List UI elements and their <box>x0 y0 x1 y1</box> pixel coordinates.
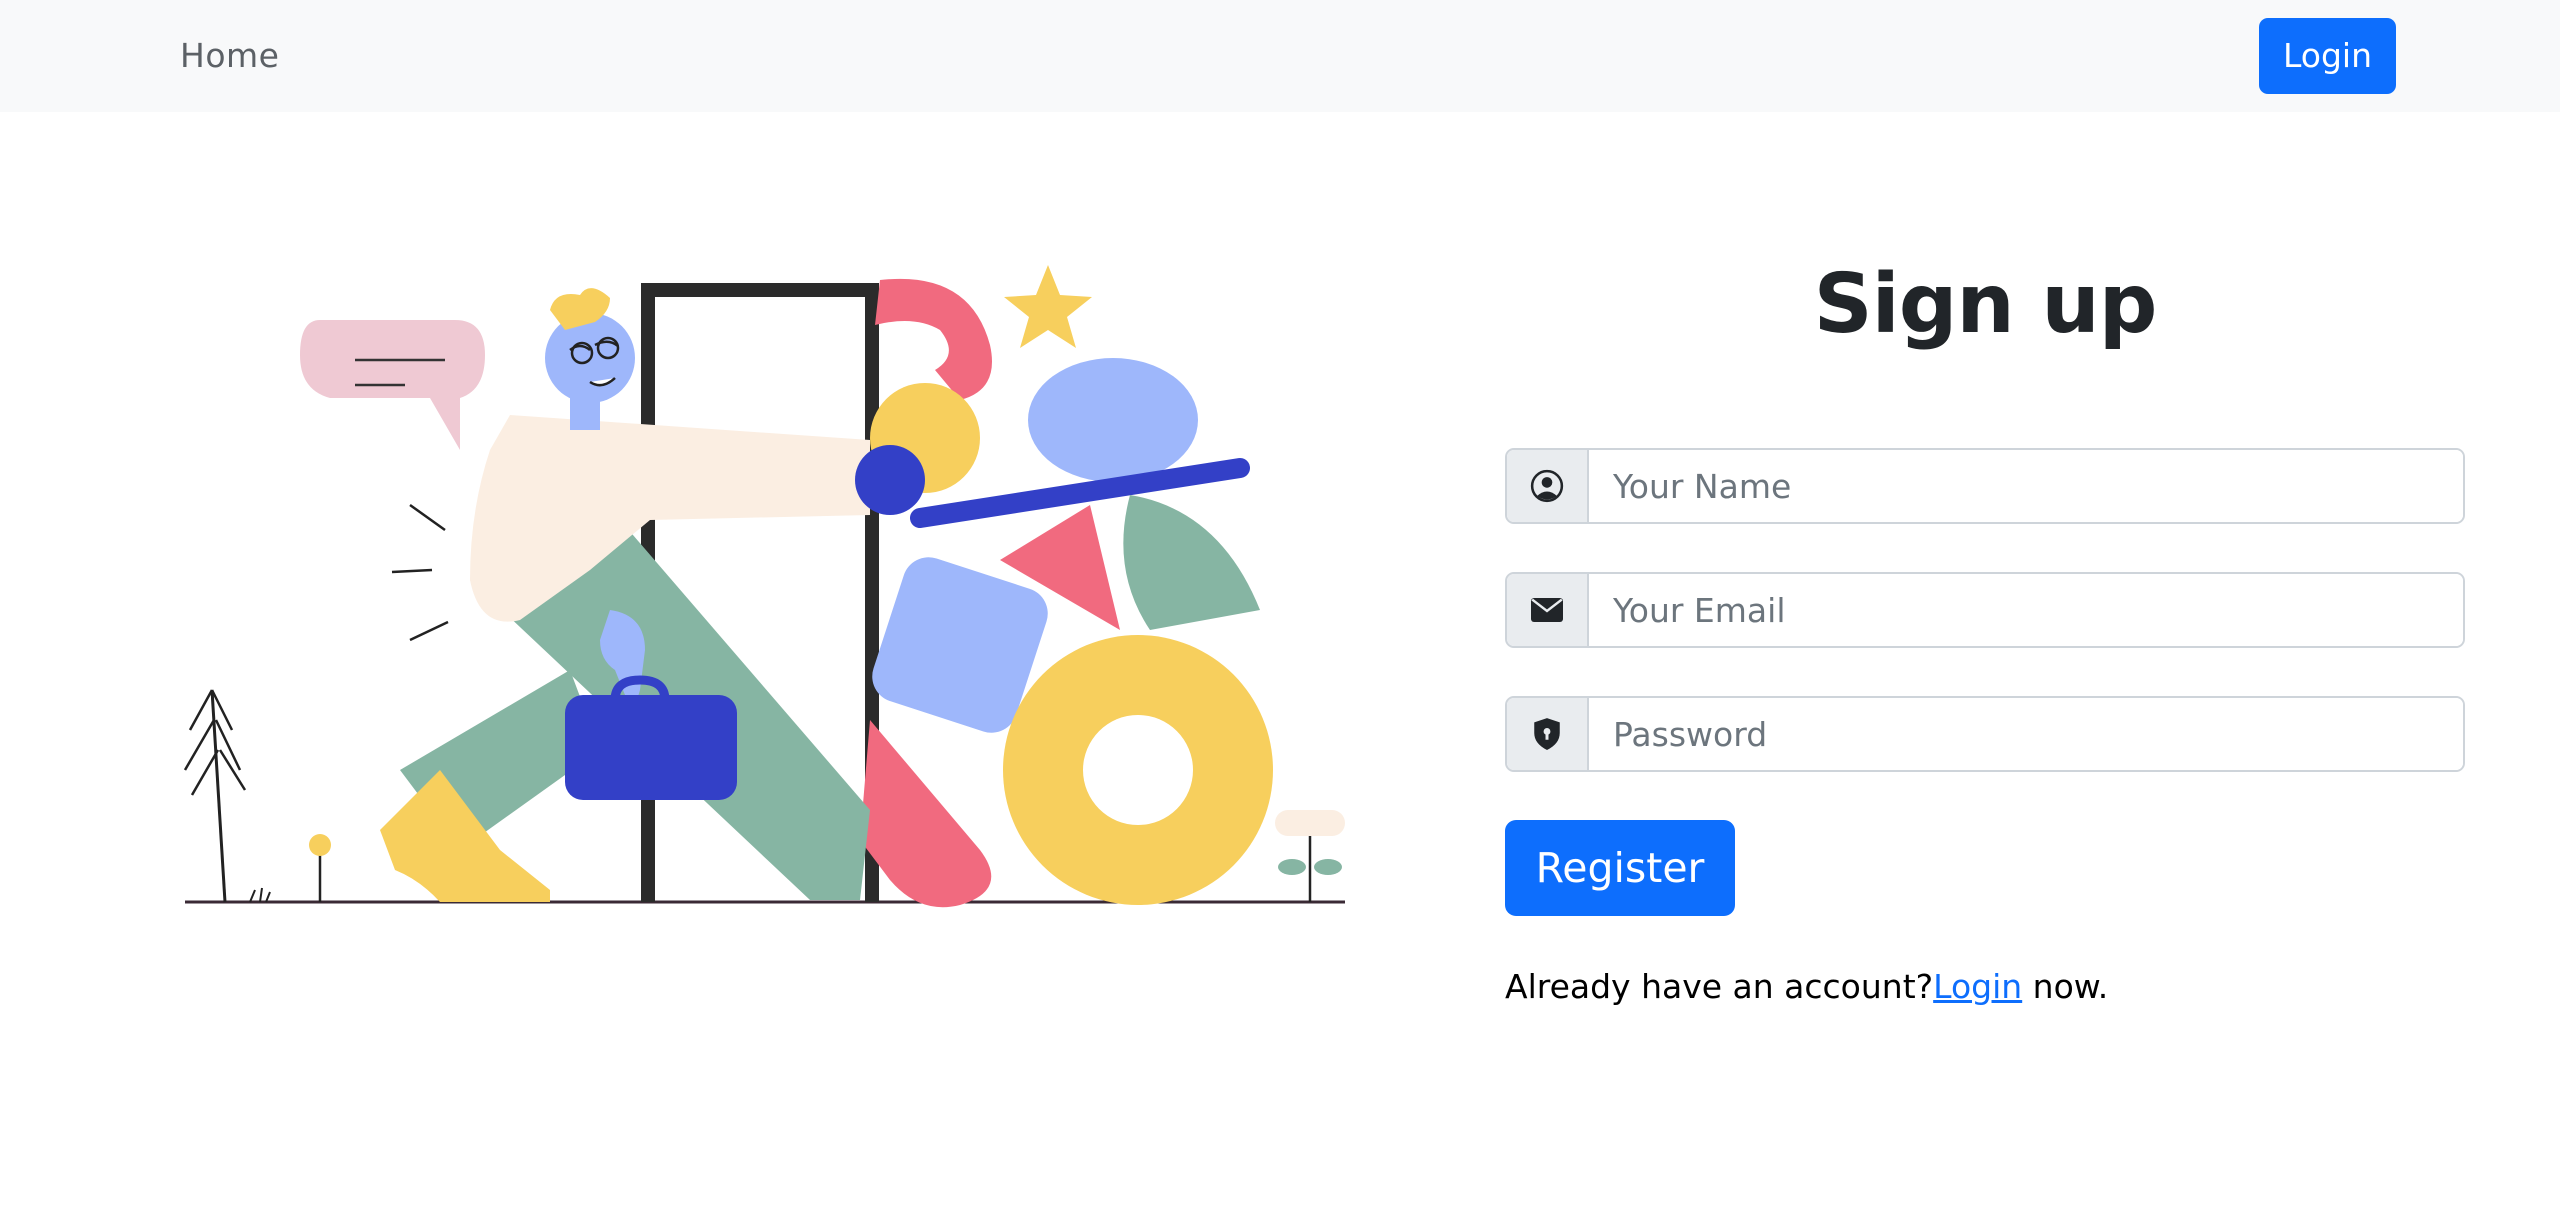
login-link[interactable]: Login <box>1933 967 2022 1006</box>
envelope-icon <box>1507 574 1589 646</box>
login-prompt: Already have an account?Login now. <box>1505 962 2108 1012</box>
register-button[interactable]: Register <box>1505 820 1735 916</box>
name-input-group <box>1505 448 2465 524</box>
signup-illustration <box>170 250 1360 920</box>
login-prompt-suffix: now. <box>2022 967 2109 1006</box>
person-circle-icon <box>1507 450 1589 522</box>
name-field[interactable] <box>1589 450 2463 522</box>
email-input-group <box>1505 572 2465 648</box>
nav-login-button[interactable]: Login <box>2259 18 2396 94</box>
password-field[interactable] <box>1589 698 2463 770</box>
top-navbar: Home Login <box>0 0 2560 112</box>
login-prompt-text: Already have an account? <box>1505 967 1934 1006</box>
nav-home-link[interactable]: Home <box>180 32 279 80</box>
page-title: Sign up <box>1813 257 2158 352</box>
password-input-group <box>1505 696 2465 772</box>
shield-lock-icon <box>1507 698 1589 770</box>
email-field[interactable] <box>1589 574 2463 646</box>
